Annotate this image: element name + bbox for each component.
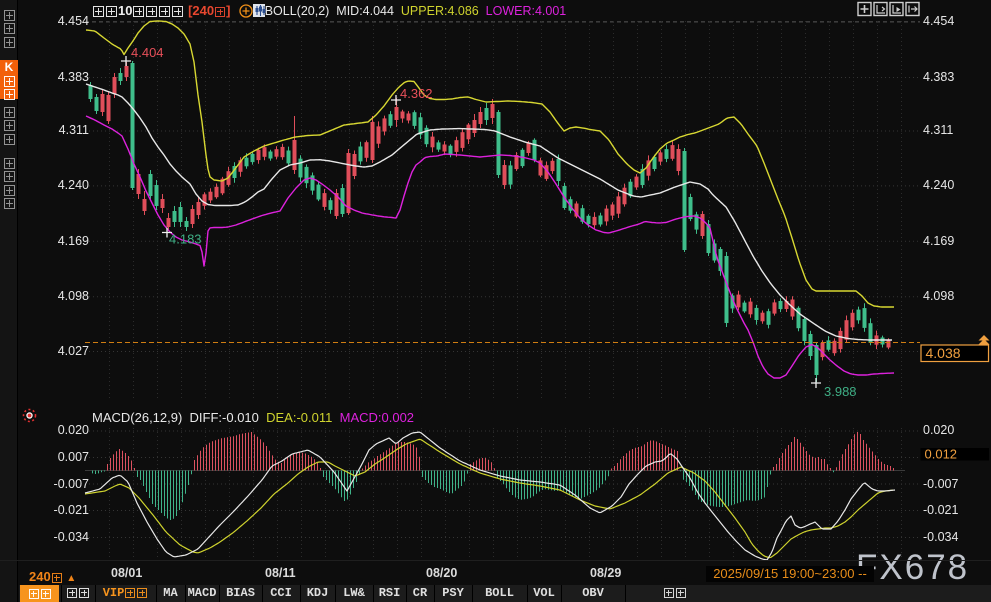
- svg-text:-0.034: -0.034: [923, 530, 958, 544]
- svg-text:4.383: 4.383: [58, 70, 89, 84]
- svg-text:4.383: 4.383: [923, 70, 954, 84]
- svg-text:-0.021: -0.021: [923, 503, 958, 517]
- svg-text:4.311: 4.311: [59, 123, 89, 137]
- svg-text:4.183: 4.183: [169, 232, 202, 247]
- svg-text:-0.021: -0.021: [54, 503, 89, 517]
- svg-text:4.362: 4.362: [400, 86, 433, 101]
- svg-text:0.020: 0.020: [923, 423, 954, 437]
- svg-text:4.404: 4.404: [131, 45, 164, 60]
- svg-text:4.454: 4.454: [58, 14, 89, 28]
- svg-text:0.020: 0.020: [58, 423, 89, 437]
- svg-text:-0.034: -0.034: [54, 530, 89, 544]
- svg-text:4.240: 4.240: [923, 178, 954, 192]
- svg-text:3.988: 3.988: [824, 384, 857, 399]
- svg-text:4.169: 4.169: [58, 234, 89, 248]
- svg-text:4.169: 4.169: [923, 234, 954, 248]
- svg-text:4.098: 4.098: [58, 289, 89, 303]
- svg-text:4.098: 4.098: [923, 289, 954, 303]
- svg-text:0.007: 0.007: [58, 450, 89, 464]
- svg-text:4.311: 4.311: [923, 123, 953, 137]
- svg-text:4.027: 4.027: [58, 344, 89, 358]
- svg-text:-0.007: -0.007: [923, 477, 958, 491]
- svg-text:4.240: 4.240: [58, 178, 89, 192]
- svg-text:4.454: 4.454: [923, 14, 954, 28]
- svg-text:4.038: 4.038: [926, 345, 961, 361]
- svg-text:-0.007: -0.007: [54, 477, 89, 491]
- svg-text:0.012: 0.012: [925, 447, 958, 462]
